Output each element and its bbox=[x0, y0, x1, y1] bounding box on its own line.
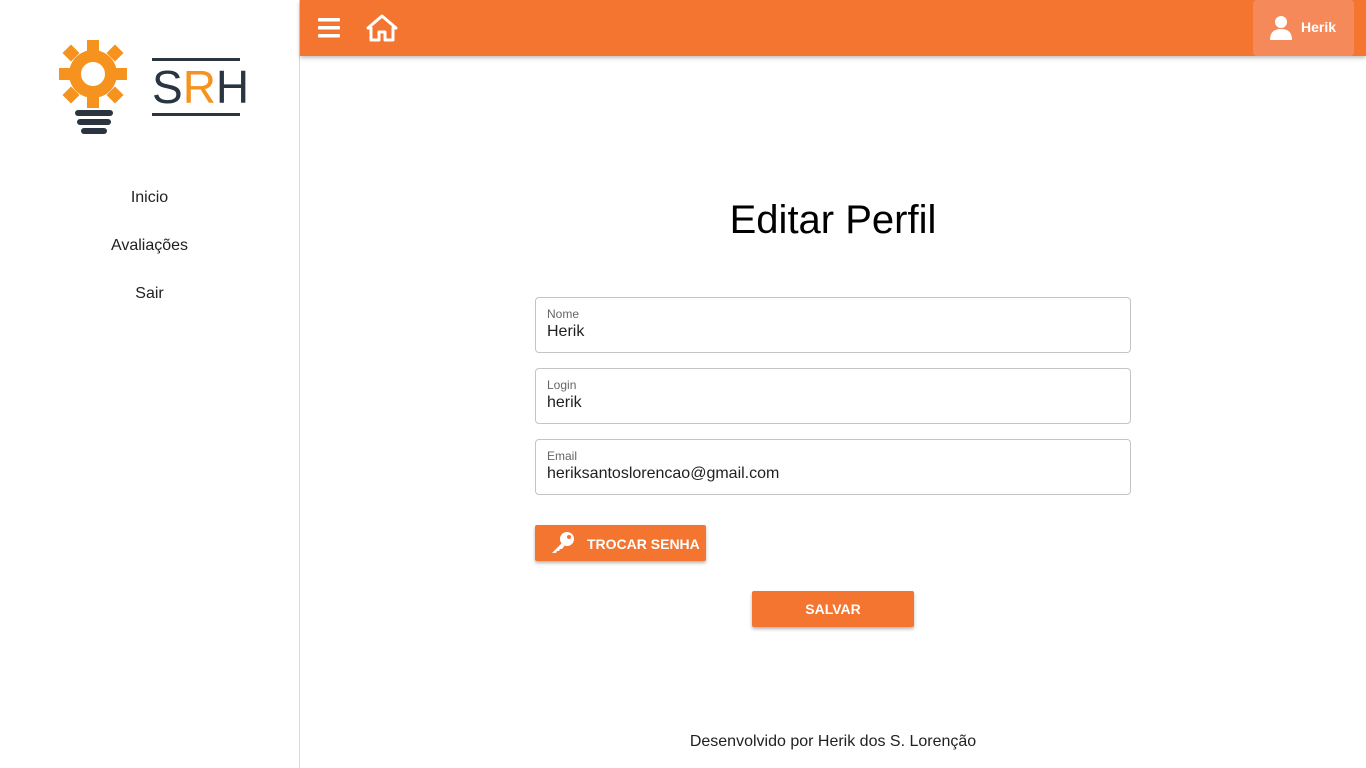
email-field[interactable]: Email bbox=[535, 439, 1131, 495]
email-input[interactable] bbox=[547, 465, 1117, 483]
save-button[interactable]: Salvar bbox=[752, 591, 914, 627]
logo-text: SRH bbox=[152, 58, 249, 116]
home-icon bbox=[366, 14, 398, 42]
top-app-bar: Herik bbox=[300, 0, 1366, 56]
key-icon bbox=[552, 532, 574, 553]
user-menu-button[interactable]: Herik bbox=[1253, 0, 1354, 56]
footer-credit: Desenvolvido por Herik dos S. Lorenção bbox=[689, 733, 977, 750]
page-title: Editar Perfil bbox=[729, 198, 937, 242]
user-name: Herik bbox=[1301, 19, 1337, 35]
menu-button[interactable] bbox=[316, 14, 344, 42]
change-password-label: Trocar Senha bbox=[587, 536, 700, 552]
change-password-button[interactable]: Trocar Senha bbox=[535, 525, 706, 561]
home-button[interactable] bbox=[366, 13, 398, 43]
sidebar-nav: Inicio Avaliações Sair bbox=[0, 178, 299, 322]
sidebar-item-sair[interactable]: Sair bbox=[0, 274, 299, 322]
user-icon bbox=[1270, 16, 1292, 40]
nome-label: Nome bbox=[547, 307, 580, 321]
nome-field[interactable]: Nome bbox=[535, 297, 1131, 353]
nome-input[interactable] bbox=[547, 323, 1117, 341]
hamburger-menu-icon bbox=[318, 18, 340, 38]
sidebar-item-inicio[interactable]: Inicio bbox=[0, 178, 299, 226]
login-field[interactable]: Login bbox=[535, 368, 1131, 424]
sidebar-item-avaliacoes[interactable]: Avaliações bbox=[0, 226, 299, 274]
lightbulb-gear-icon bbox=[59, 40, 127, 134]
login-input[interactable] bbox=[547, 394, 1117, 412]
srh-logo[interactable]: SRH bbox=[56, 38, 249, 138]
login-label: Login bbox=[547, 378, 577, 392]
email-label: Email bbox=[547, 449, 578, 463]
sidebar: SRH Inicio Avaliações Sair bbox=[0, 0, 300, 768]
